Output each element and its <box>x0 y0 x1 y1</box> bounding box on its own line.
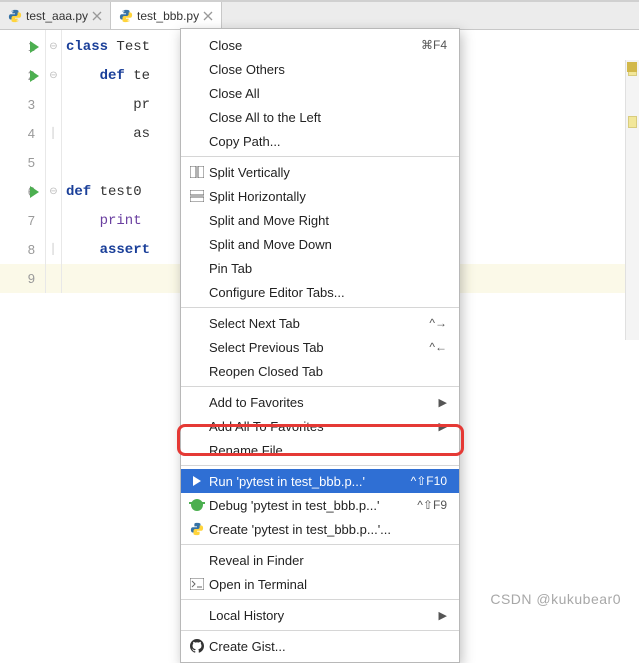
split-vertical-icon <box>187 166 207 178</box>
tab-bar: test_aaa.py test_bbb.py <box>0 2 639 30</box>
menu-pin-tab[interactable]: Pin Tab <box>181 256 459 280</box>
run-icon <box>187 476 207 486</box>
python-icon <box>187 522 207 536</box>
menu-debug-pytest[interactable]: Debug 'pytest in test_bbb.p...'^⇧F9 <box>181 493 459 517</box>
menu-reopen-closed-tab[interactable]: Reopen Closed Tab <box>181 359 459 383</box>
menu-close-all[interactable]: Close All <box>181 81 459 105</box>
separator <box>181 630 459 631</box>
submenu-arrow-icon: ▶ <box>439 609 447 622</box>
separator <box>181 307 459 308</box>
separator <box>181 544 459 545</box>
menu-split-move-right[interactable]: Split and Move Right <box>181 208 459 232</box>
menu-close-others[interactable]: Close Others <box>181 57 459 81</box>
tab-test-bbb[interactable]: test_bbb.py <box>111 2 222 29</box>
menu-split-horizontally[interactable]: Split Horizontally <box>181 184 459 208</box>
separator <box>181 156 459 157</box>
menu-select-prev-tab[interactable]: Select Previous Tab^← <box>181 335 459 359</box>
menu-create-pytest[interactable]: Create 'pytest in test_bbb.p...'... <box>181 517 459 541</box>
menu-select-next-tab[interactable]: Select Next Tab^→ <box>181 311 459 335</box>
menu-add-favorites[interactable]: Add to Favorites▶ <box>181 390 459 414</box>
menu-close[interactable]: Close⌘F4 <box>181 33 459 57</box>
menu-rename-file[interactable]: Rename File... <box>181 438 459 462</box>
menu-run-pytest[interactable]: Run 'pytest in test_bbb.p...'^⇧F10 <box>181 469 459 493</box>
submenu-arrow-icon: ▶ <box>439 396 447 409</box>
separator <box>181 599 459 600</box>
menu-configure-tabs[interactable]: Configure Editor Tabs... <box>181 280 459 304</box>
context-menu: Close⌘F4 Close Others Close All Close Al… <box>180 28 460 663</box>
menu-copy-path[interactable]: Copy Path... <box>181 129 459 153</box>
terminal-icon <box>187 578 207 590</box>
menu-add-all-favorites[interactable]: Add All To Favorites▶ <box>181 414 459 438</box>
tab-label: test_bbb.py <box>137 9 199 23</box>
menu-split-move-down[interactable]: Split and Move Down <box>181 232 459 256</box>
menu-close-left[interactable]: Close All to the Left <box>181 105 459 129</box>
menu-split-vertically[interactable]: Split Vertically <box>181 160 459 184</box>
error-stripe[interactable] <box>625 60 639 340</box>
tab-test-aaa[interactable]: test_aaa.py <box>0 2 111 29</box>
run-gutter-icon[interactable] <box>30 186 39 198</box>
debug-icon <box>187 499 207 511</box>
fold-column: ⊖⊖│⊖│ <box>46 30 62 293</box>
close-icon[interactable] <box>203 11 213 21</box>
menu-local-history[interactable]: Local History▶ <box>181 603 459 627</box>
separator <box>181 386 459 387</box>
python-icon <box>8 9 22 23</box>
github-icon <box>187 639 207 653</box>
tab-label: test_aaa.py <box>26 9 88 23</box>
split-horizontal-icon <box>187 190 207 202</box>
inspection-icon[interactable] <box>627 62 637 72</box>
python-icon <box>119 9 133 23</box>
separator <box>181 465 459 466</box>
run-gutter-icon[interactable] <box>30 70 39 82</box>
watermark: CSDN @kukubear0 <box>490 591 621 607</box>
run-gutter-icon[interactable] <box>30 41 39 53</box>
menu-open-terminal[interactable]: Open in Terminal <box>181 572 459 596</box>
menu-create-gist[interactable]: Create Gist... <box>181 634 459 658</box>
close-icon[interactable] <box>92 11 102 21</box>
menu-reveal-finder[interactable]: Reveal in Finder <box>181 548 459 572</box>
gutter: 1 2 3 4 5 6 7 8 9 <box>0 30 46 293</box>
marker[interactable] <box>628 116 637 128</box>
submenu-arrow-icon: ▶ <box>439 420 447 433</box>
